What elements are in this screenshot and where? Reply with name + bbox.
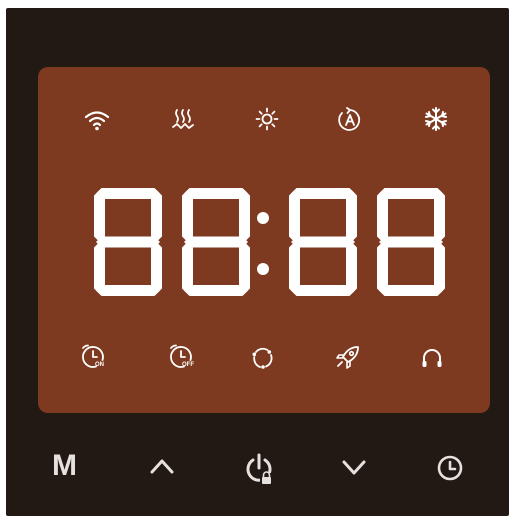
segment-e [377,242,388,294]
segment-b [151,190,162,242]
timer-off-label: OFF [182,362,194,368]
down-button[interactable] [340,458,368,483]
up-button[interactable] [148,456,176,481]
seven-segment-digit [182,188,250,296]
lcd-screen: ON OFF [38,67,490,413]
chevron-up-icon [148,459,176,480]
timer-on-label: ON [95,362,104,368]
cycle-icon [251,346,275,370]
segment-e [182,242,193,294]
segment-f [182,190,193,242]
segment-d [291,285,355,296]
segment-g [96,236,160,248]
colon-dot [257,263,269,275]
clock-icon [436,455,464,486]
segment-b [346,190,357,242]
mode-button[interactable]: M [52,451,84,485]
mode-button-label: M [52,449,77,482]
segment-g [379,236,443,248]
segment-d [184,285,248,296]
timer-on-icon: ON [81,344,107,370]
segment-d [96,285,160,296]
segment-a [96,188,160,199]
seven-segment-digit [377,188,445,296]
segment-g [184,236,248,248]
seven-segment-digit [289,188,357,296]
power-lock-button[interactable] [244,452,274,491]
segment-a [379,188,443,199]
chevron-down-icon [340,460,368,482]
segment-g [291,236,355,248]
rocket-icon [335,344,361,370]
timer-off-icon: OFF [169,344,195,370]
colon-dot [257,212,269,224]
segment-e [94,242,105,294]
segment-a [291,188,355,199]
thermostat-panel: ON OFF M [6,8,509,516]
segment-f [289,190,300,242]
segment-a [184,188,248,199]
power-lock-icon [244,453,274,490]
segment-e [289,242,300,294]
seven-segment-digit [94,188,162,296]
headphones-icon [420,346,444,370]
segment-b [239,190,250,242]
clock-button[interactable] [436,454,464,487]
segment-d [379,285,443,296]
segment-b [434,190,445,242]
segment-f [377,190,388,242]
segment-f [94,190,105,242]
